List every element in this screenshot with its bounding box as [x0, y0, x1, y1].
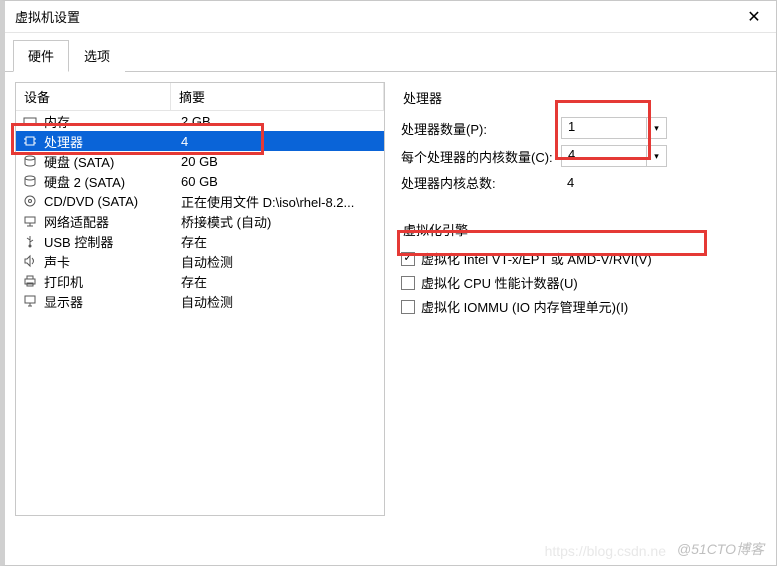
device-name: 显示器 [44, 292, 181, 311]
watermark: https://blog.csdn.ne [545, 543, 666, 559]
checkbox-checked-icon[interactable]: ✓ [401, 252, 415, 266]
table-row[interactable]: 硬盘 2 (SATA) 60 GB [16, 171, 384, 191]
proc-count-select[interactable]: 1 [561, 117, 647, 139]
cores-per-label: 每个处理器的内核数量(C): [401, 147, 561, 166]
proc-count-row: 处理器数量(P): 1 ▾ [401, 117, 760, 139]
proc-count-label: 处理器数量(P): [401, 119, 561, 138]
tab-options[interactable]: 选项 [69, 40, 125, 72]
chk-cpu-perf-label: 虚拟化 CPU 性能计数器(U) [421, 273, 578, 292]
table-row[interactable]: 显示器 自动检测 [16, 291, 384, 311]
processor-settings: 处理器 处理器数量(P): 1 ▾ 每个处理器的内核数量(C): 4 ▾ 处理器… [395, 82, 766, 516]
total-cores-value: 4 [561, 175, 647, 190]
device-name: CD/DVD (SATA) [44, 194, 181, 209]
section-virt-title: 虚拟化引擎 [403, 220, 760, 239]
device-name: 声卡 [44, 252, 181, 271]
device-summary: 存在 [181, 272, 378, 291]
table-row[interactable]: 硬盘 (SATA) 20 GB [16, 151, 384, 171]
device-summary: 存在 [181, 232, 378, 251]
device-name: 网络适配器 [44, 212, 181, 231]
checkbox-icon[interactable] [401, 300, 415, 314]
table-row[interactable]: 处理器 4 [16, 131, 384, 151]
device-name: 打印机 [44, 272, 181, 291]
window-title: 虚拟机设置 [15, 7, 80, 26]
device-name: USB 控制器 [44, 232, 181, 251]
table-row[interactable]: USB 控制器 存在 [16, 231, 384, 251]
body: 设备 摘要 内存 2 GB 处理器 4 硬盘 (SATA) 20 GB 硬盘 2… [5, 72, 776, 526]
tabs: 硬件 选项 [5, 33, 776, 72]
cores-per-row: 每个处理器的内核数量(C): 4 ▾ [401, 145, 760, 167]
memory-icon [22, 113, 38, 129]
table-row[interactable]: 网络适配器 桥接模式 (自动) [16, 211, 384, 231]
device-summary: 自动检测 [181, 252, 378, 271]
device-name: 硬盘 (SATA) [44, 152, 181, 171]
hardware-table: 设备 摘要 内存 2 GB 处理器 4 硬盘 (SATA) 20 GB 硬盘 2… [15, 82, 385, 516]
table-row[interactable]: 内存 2 GB [16, 111, 384, 131]
table-row[interactable]: CD/DVD (SATA) 正在使用文件 D:\iso\rhel-8.2... [16, 191, 384, 211]
total-cores-label: 处理器内核总数: [401, 173, 561, 192]
device-summary: 60 GB [181, 174, 378, 189]
section-processor-title: 处理器 [403, 88, 760, 107]
chk-vtx-row[interactable]: ✓ 虚拟化 Intel VT-x/EPT 或 AMD-V/RVI(V) [401, 249, 760, 268]
chevron-down-icon[interactable]: ▾ [647, 145, 667, 167]
cores-per-select[interactable]: 4 [561, 145, 647, 167]
col-summary[interactable]: 摘要 [171, 83, 384, 110]
watermark: @51CTO博客 [677, 539, 764, 559]
device-summary: 20 GB [181, 154, 378, 169]
device-summary: 自动检测 [181, 292, 378, 311]
device-summary: 2 GB [181, 114, 378, 129]
device-summary: 正在使用文件 D:\iso\rhel-8.2... [181, 192, 378, 211]
checkbox-icon[interactable] [401, 276, 415, 290]
cd-icon [22, 193, 38, 209]
total-cores-row: 处理器内核总数: 4 [401, 173, 760, 192]
network-icon [22, 213, 38, 229]
chk-iommu-label: 虚拟化 IOMMU (IO 内存管理单元)(I) [421, 297, 628, 316]
display-icon [22, 293, 38, 309]
printer-icon [22, 273, 38, 289]
tab-hardware[interactable]: 硬件 [13, 40, 69, 72]
device-name: 处理器 [44, 132, 181, 151]
vm-settings-window: 虚拟机设置 ✕ 硬件 选项 设备 摘要 内存 2 GB 处理器 4 硬 [0, 0, 777, 566]
chk-iommu-row[interactable]: 虚拟化 IOMMU (IO 内存管理单元)(I) [401, 297, 760, 316]
chevron-down-icon[interactable]: ▾ [647, 117, 667, 139]
table-row[interactable]: 打印机 存在 [16, 271, 384, 291]
device-name: 内存 [44, 112, 181, 131]
chk-vtx-label: 虚拟化 Intel VT-x/EPT 或 AMD-V/RVI(V) [421, 249, 652, 268]
table-header: 设备 摘要 [16, 83, 384, 111]
device-summary: 4 [181, 134, 378, 149]
disk-icon [22, 173, 38, 189]
close-icon[interactable]: ✕ [742, 7, 766, 27]
chk-cpu-perf-row[interactable]: 虚拟化 CPU 性能计数器(U) [401, 273, 760, 292]
sound-icon [22, 253, 38, 269]
cpu-icon [22, 133, 38, 149]
device-name: 硬盘 2 (SATA) [44, 172, 181, 191]
device-summary: 桥接模式 (自动) [181, 212, 378, 231]
col-device[interactable]: 设备 [16, 83, 171, 110]
usb-icon [22, 233, 38, 249]
table-row[interactable]: 声卡 自动检测 [16, 251, 384, 271]
disk-icon [22, 153, 38, 169]
titlebar: 虚拟机设置 ✕ [5, 1, 776, 33]
